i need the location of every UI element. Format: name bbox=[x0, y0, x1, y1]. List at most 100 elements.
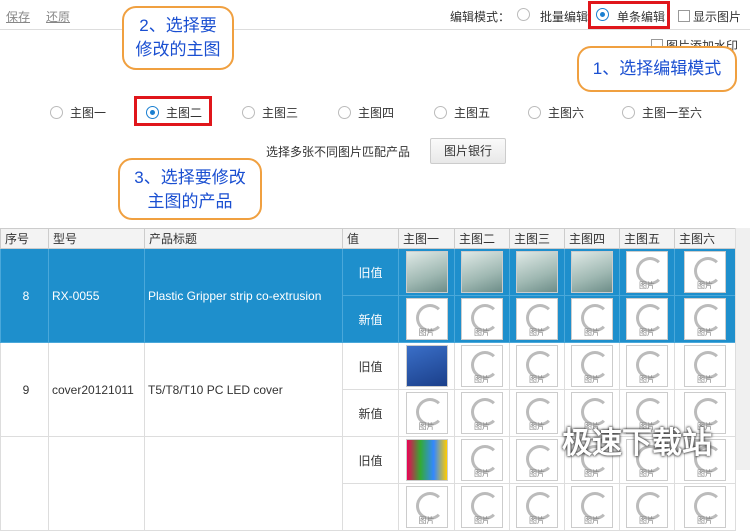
image-cell[interactable] bbox=[454, 389, 510, 437]
column-header[interactable]: 型号 bbox=[48, 228, 145, 249]
image-cell[interactable] bbox=[564, 248, 620, 296]
radio-icon[interactable] bbox=[622, 106, 635, 119]
image-cell[interactable] bbox=[454, 248, 510, 296]
image-cell[interactable] bbox=[454, 342, 510, 390]
image-cell[interactable] bbox=[454, 436, 510, 484]
column-header[interactable]: 值 bbox=[342, 228, 399, 249]
mode-label: 编辑模式： bbox=[450, 10, 511, 24]
callout-3-line1: 3、选择要修改 bbox=[134, 168, 246, 187]
column-header[interactable]: 主图一 bbox=[398, 228, 455, 249]
image-cell[interactable] bbox=[454, 295, 510, 343]
image-cell[interactable] bbox=[454, 483, 510, 531]
placeholder-image-icon bbox=[626, 345, 668, 387]
placeholder-image-icon bbox=[405, 392, 448, 434]
placeholder-image-icon bbox=[405, 298, 448, 340]
image-cell[interactable] bbox=[619, 342, 675, 390]
image-cell[interactable] bbox=[674, 342, 736, 390]
image-cell[interactable] bbox=[509, 436, 565, 484]
image-cell[interactable] bbox=[509, 295, 565, 343]
image-cell[interactable] bbox=[398, 483, 455, 531]
placeholder-image-icon bbox=[626, 251, 668, 293]
image-option-5[interactable]: 主图五 bbox=[434, 104, 490, 121]
placeholder-image-icon bbox=[516, 392, 558, 434]
cell-value-type: 新值 bbox=[342, 295, 399, 343]
placeholder-image-icon bbox=[516, 439, 558, 481]
cell-value-type: 旧值 bbox=[342, 436, 399, 484]
restore-link[interactable]: 还原 bbox=[46, 8, 70, 25]
image-cell[interactable] bbox=[674, 483, 736, 531]
placeholder-image-icon bbox=[684, 298, 726, 340]
column-header[interactable]: 主图四 bbox=[564, 228, 620, 249]
placeholder-image-icon bbox=[461, 392, 503, 434]
image-cell[interactable] bbox=[564, 483, 620, 531]
image-option-4[interactable]: 主图四 bbox=[338, 104, 394, 121]
cell-value-type: 旧值 bbox=[342, 248, 399, 296]
cell-no: 9 bbox=[0, 342, 49, 437]
show-image-checkbox[interactable] bbox=[678, 8, 690, 22]
placeholder-image-icon bbox=[684, 251, 726, 293]
image-cell[interactable] bbox=[619, 295, 675, 343]
placeholder-image-icon bbox=[626, 298, 668, 340]
image-option-3[interactable]: 主图三 bbox=[242, 104, 298, 121]
cell-title bbox=[144, 436, 343, 531]
table-row[interactable]: 9 cover20121011 T5/T8/T10 PC LED cover 旧值 bbox=[0, 342, 736, 437]
image-option-label: 主图四 bbox=[358, 106, 395, 120]
cell-no: 8 bbox=[0, 248, 49, 343]
site-watermark: 极速下载站 bbox=[562, 427, 712, 460]
product-image bbox=[405, 251, 448, 293]
image-option-6[interactable]: 主图六 bbox=[528, 104, 584, 121]
image-cell[interactable] bbox=[619, 248, 675, 296]
placeholder-image-icon bbox=[516, 298, 558, 340]
cell-value-type bbox=[342, 483, 399, 531]
image-option-7[interactable]: 主图一至六 bbox=[622, 104, 702, 121]
placeholder-image-icon bbox=[461, 298, 503, 340]
column-header[interactable]: 产品标题 bbox=[144, 228, 343, 249]
placeholder-image-icon bbox=[571, 298, 613, 340]
cell-model bbox=[48, 436, 145, 531]
radio-icon[interactable] bbox=[434, 106, 447, 119]
save-link[interactable]: 保存 bbox=[6, 8, 30, 25]
radio-batch[interactable] bbox=[517, 7, 530, 22]
placeholder-image-icon bbox=[461, 486, 503, 528]
image-cell[interactable] bbox=[674, 295, 736, 343]
table-scrollbar[interactable] bbox=[735, 228, 750, 470]
image-cell[interactable] bbox=[509, 248, 565, 296]
image-cell[interactable] bbox=[564, 342, 620, 390]
image-cell[interactable] bbox=[509, 342, 565, 390]
radio-icon[interactable] bbox=[338, 106, 351, 119]
table-row[interactable]: 8 RX-0055 Plastic Gripper strip co-extrusi… bbox=[0, 248, 736, 343]
radio-icon[interactable] bbox=[242, 106, 255, 119]
column-header[interactable]: 主图五 bbox=[619, 228, 675, 249]
callout-3-line2: 主图的产品 bbox=[147, 192, 233, 211]
image-cell[interactable] bbox=[564, 295, 620, 343]
image-cell[interactable] bbox=[398, 248, 455, 296]
batch-label: 批量编辑 bbox=[540, 10, 589, 24]
column-header[interactable]: 序号 bbox=[0, 228, 49, 249]
image-cell[interactable] bbox=[674, 248, 736, 296]
match-text: 选择多张不同图片匹配产品 bbox=[266, 145, 411, 159]
column-header[interactable]: 主图三 bbox=[509, 228, 565, 249]
placeholder-image-icon bbox=[516, 486, 558, 528]
product-image bbox=[571, 251, 613, 293]
callout-1: 1、选择编辑模式 bbox=[577, 46, 737, 92]
image-cell[interactable] bbox=[398, 436, 455, 484]
placeholder-image-icon bbox=[626, 486, 668, 528]
cell-no bbox=[0, 436, 49, 531]
highlight-mode bbox=[588, 1, 670, 29]
image-cell[interactable] bbox=[509, 483, 565, 531]
image-cell[interactable] bbox=[619, 483, 675, 531]
image-cell[interactable] bbox=[398, 389, 455, 437]
radio-icon[interactable] bbox=[50, 106, 63, 119]
image-bank-button[interactable]: 图片银行 bbox=[430, 138, 506, 164]
column-header[interactable]: 主图六 bbox=[674, 228, 736, 249]
image-option-label: 主图一至六 bbox=[642, 106, 703, 120]
image-option-1[interactable]: 主图一 bbox=[50, 104, 106, 121]
image-cell[interactable] bbox=[398, 342, 455, 390]
image-option-label: 主图三 bbox=[262, 106, 299, 120]
cell-value-type: 新值 bbox=[342, 389, 399, 437]
column-header[interactable]: 主图二 bbox=[454, 228, 510, 249]
image-cell[interactable] bbox=[398, 295, 455, 343]
placeholder-image-icon bbox=[571, 345, 613, 387]
radio-icon[interactable] bbox=[528, 106, 541, 119]
image-cell[interactable] bbox=[509, 389, 565, 437]
